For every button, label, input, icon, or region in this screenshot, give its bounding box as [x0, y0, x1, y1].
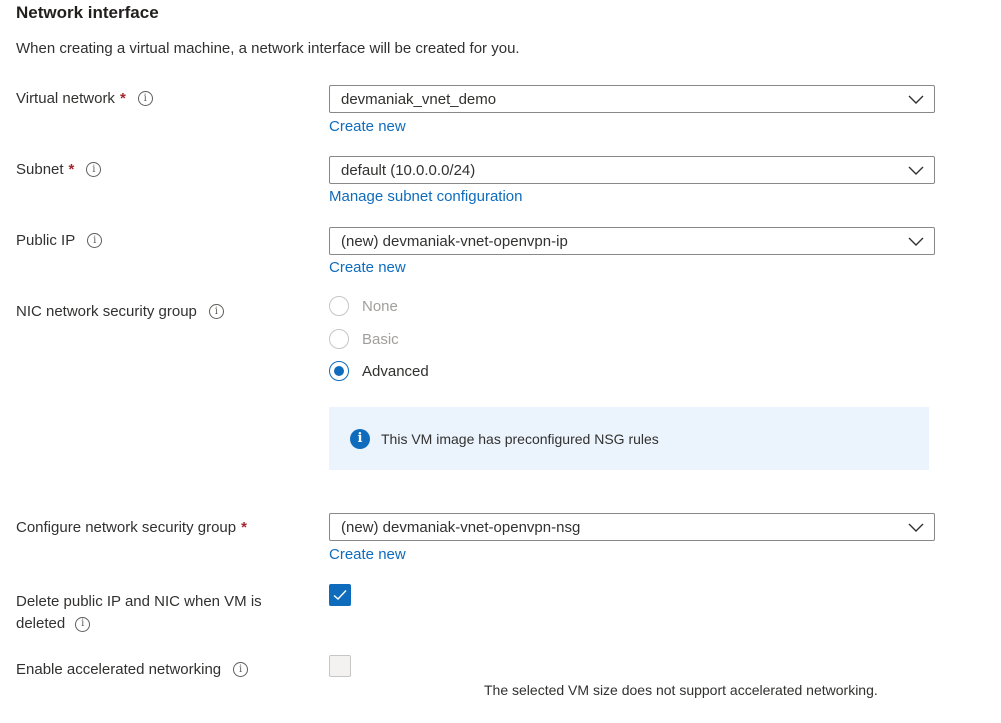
chevron-down-icon	[908, 95, 924, 104]
virtual-network-value: devmaniak_vnet_demo	[341, 90, 497, 108]
nic-nsg-option-none[interactable]: None	[329, 296, 398, 316]
radio-label: None	[362, 297, 398, 315]
info-icon[interactable]: i	[87, 233, 103, 248]
section-description: When creating a virtual machine, a netwo…	[16, 40, 520, 57]
subnet-value: default (10.0.0.0/24)	[341, 161, 476, 179]
nic-nsg-option-basic[interactable]: Basic	[329, 329, 399, 349]
public-ip-label-text: Public IP	[16, 232, 76, 249]
info-filled-icon: i	[350, 428, 370, 449]
checkmark-icon	[333, 590, 347, 600]
public-ip-dropdown[interactable]: (new) devmaniak-vnet-openvpn-ip	[329, 227, 935, 255]
virtual-network-label: Virtual network * i	[16, 90, 153, 107]
info-icon[interactable]: i	[233, 662, 249, 677]
nic-nsg-label: NIC network security group i	[16, 303, 224, 320]
accelerated-networking-label-text: Enable accelerated networking	[16, 661, 222, 678]
nic-nsg-label-text: NIC network security group	[16, 303, 197, 320]
configure-nsg-label-text: Configure network security group	[16, 519, 237, 536]
info-icon[interactable]: i	[208, 304, 224, 319]
info-icon[interactable]: i	[137, 91, 153, 106]
delete-public-ip-label-line2: deleted	[16, 615, 66, 632]
public-ip-create-new-link[interactable]: Create new	[329, 259, 406, 276]
chevron-down-icon	[908, 237, 924, 246]
radio-button-selected[interactable]	[329, 361, 349, 381]
configure-nsg-value: (new) devmaniak-vnet-openvpn-nsg	[341, 518, 581, 536]
delete-public-ip-label-line2-row: deleted i	[16, 613, 262, 635]
configure-nsg-label: Configure network security group *	[16, 519, 247, 536]
virtual-network-create-new-link[interactable]: Create new	[329, 118, 406, 135]
radio-label: Basic	[362, 330, 399, 348]
configure-nsg-create-new-link[interactable]: Create new	[329, 546, 406, 563]
manage-subnet-configuration-link[interactable]: Manage subnet configuration	[329, 188, 522, 205]
accelerated-networking-checkbox[interactable]	[329, 655, 351, 677]
delete-public-ip-label-line1: Delete public IP and NIC when VM is	[16, 593, 262, 610]
accelerated-networking-label: Enable accelerated networking i	[16, 661, 249, 678]
radio-button[interactable]	[329, 296, 349, 316]
radio-button[interactable]	[329, 329, 349, 349]
configure-nsg-dropdown[interactable]: (new) devmaniak-vnet-openvpn-nsg	[329, 513, 935, 541]
delete-public-ip-checkbox[interactable]	[329, 584, 351, 606]
info-icon[interactable]: i	[86, 162, 102, 177]
info-icon[interactable]: i	[75, 616, 91, 632]
section-title: Network interface	[16, 3, 159, 22]
required-marker: *	[68, 161, 75, 178]
subnet-label-text: Subnet	[16, 161, 64, 178]
virtual-network-label-text: Virtual network	[16, 90, 115, 107]
nsg-info-text: This VM image has preconfigured NSG rule…	[381, 430, 659, 447]
accelerated-networking-note: The selected VM size does not support ac…	[484, 682, 878, 698]
nsg-info-message: i This VM image has preconfigured NSG ru…	[329, 407, 929, 470]
virtual-network-dropdown[interactable]: devmaniak_vnet_demo	[329, 85, 935, 113]
delete-public-ip-label: Delete public IP and NIC when VM is dele…	[16, 591, 262, 635]
chevron-down-icon	[908, 166, 924, 175]
nic-nsg-option-advanced[interactable]: Advanced	[329, 361, 429, 381]
public-ip-label: Public IP i	[16, 232, 103, 249]
subnet-dropdown[interactable]: default (10.0.0.0/24)	[329, 156, 935, 184]
radio-label: Advanced	[362, 362, 429, 380]
subnet-label: Subnet * i	[16, 161, 102, 178]
public-ip-value: (new) devmaniak-vnet-openvpn-ip	[341, 232, 568, 250]
chevron-down-icon	[908, 523, 924, 532]
required-marker: *	[119, 90, 126, 107]
required-marker: *	[241, 519, 247, 536]
